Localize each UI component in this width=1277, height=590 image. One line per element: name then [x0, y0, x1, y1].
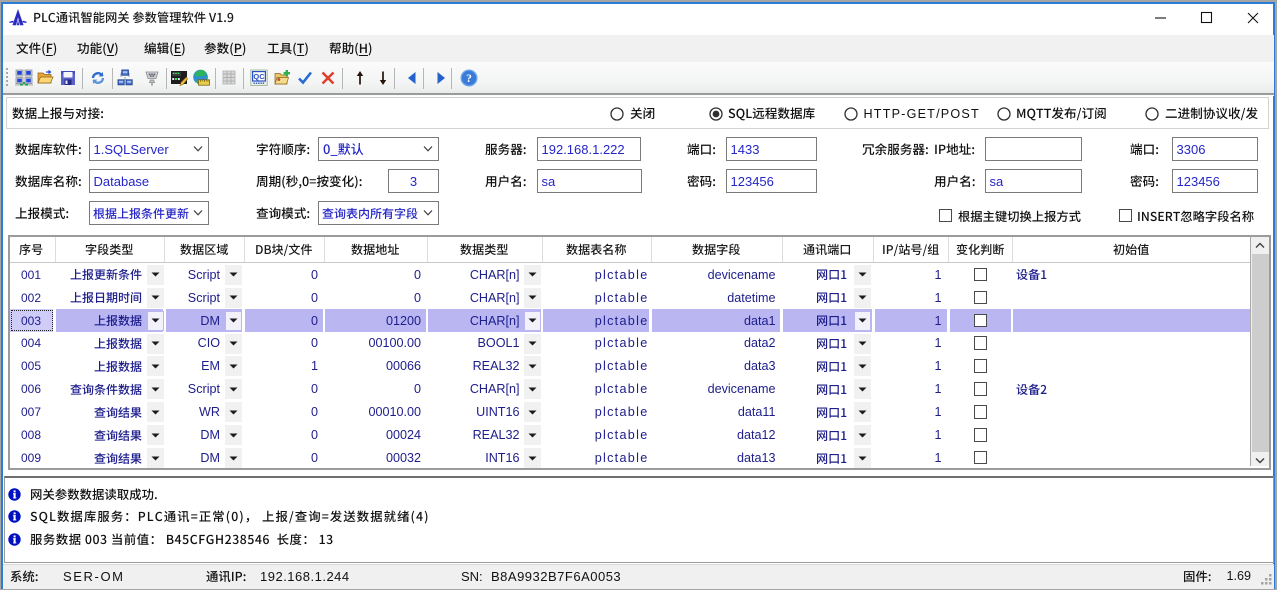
svg-text:?: ? [466, 73, 472, 85]
svg-text:QC: QC [253, 72, 265, 81]
